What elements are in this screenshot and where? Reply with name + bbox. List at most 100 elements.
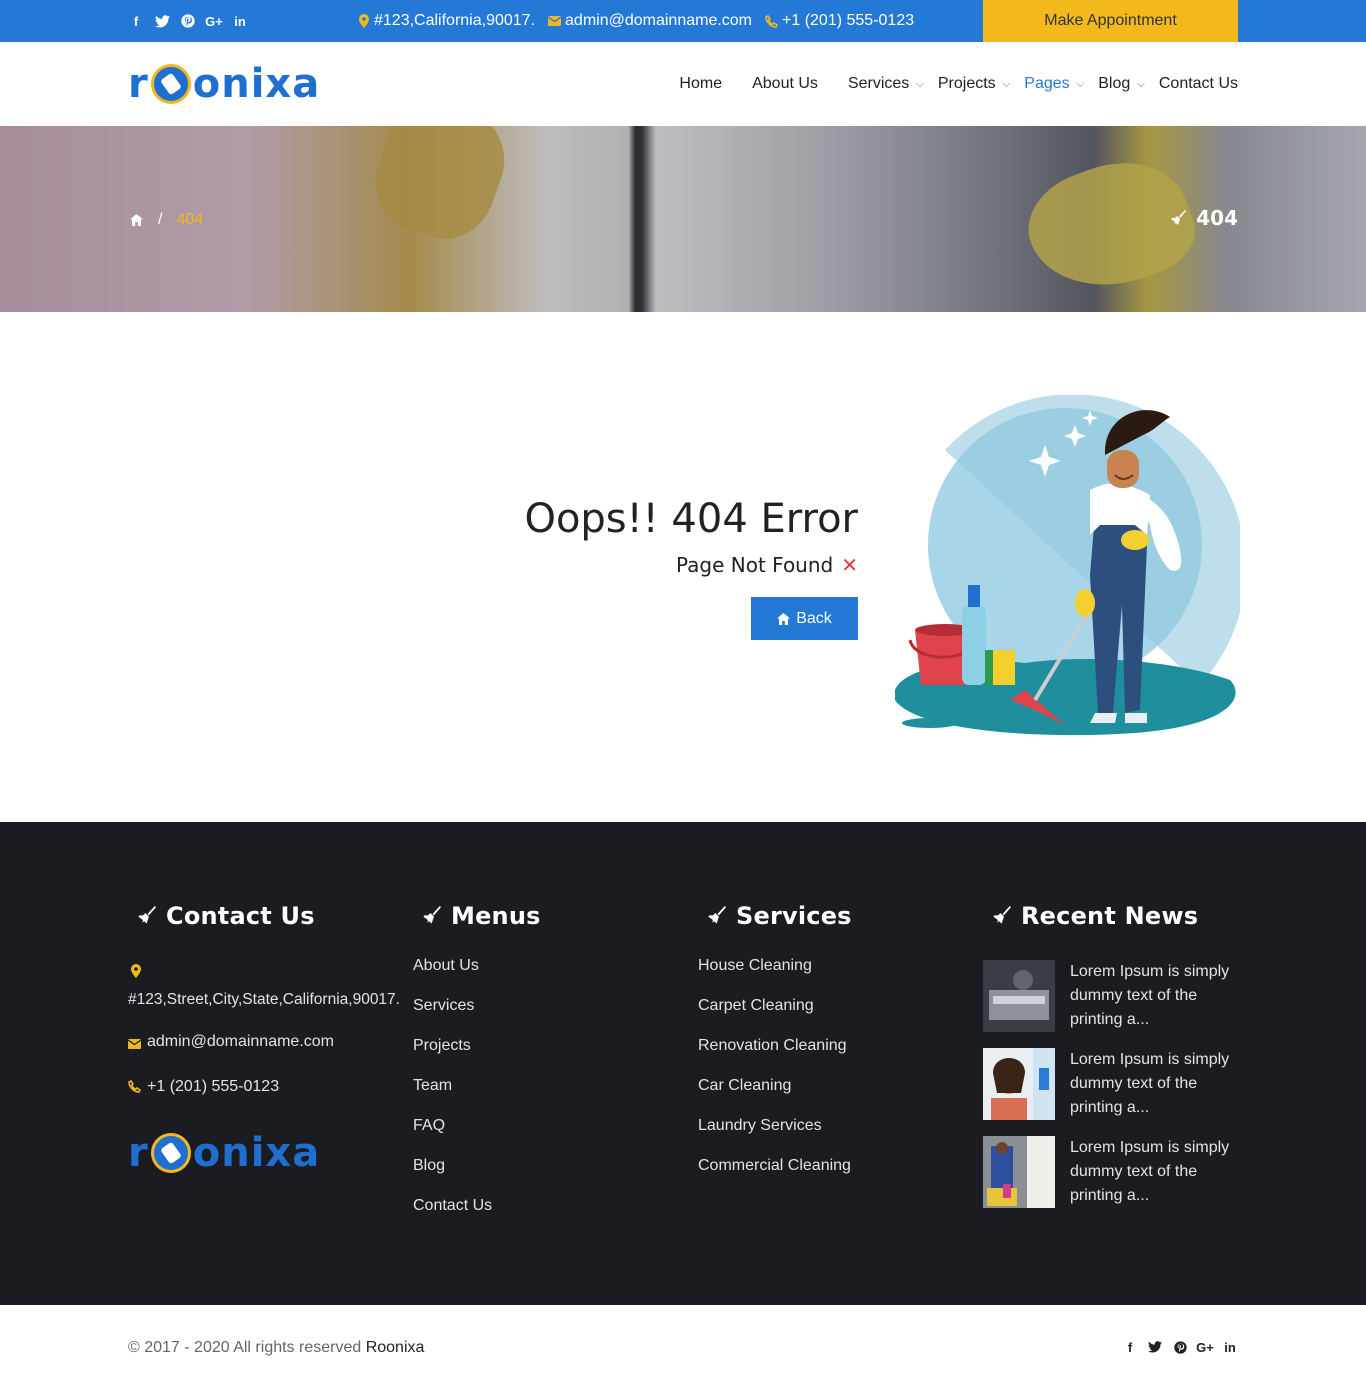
footer-menu-item[interactable]: Team: [413, 1076, 541, 1116]
logo-text: onixa: [192, 1130, 321, 1176]
footer-phone[interactable]: +1 (201) 555-0123: [128, 1078, 400, 1098]
news-title[interactable]: Lorem Ipsum is simply dummy text of the …: [1070, 960, 1240, 1032]
pinterest-icon[interactable]: [180, 13, 196, 29]
broom-icon: [1169, 209, 1187, 227]
footer-news-heading: Recent News: [983, 902, 1198, 930]
home-icon[interactable]: [128, 212, 144, 228]
footer-menu-item[interactable]: Projects: [413, 1036, 541, 1076]
nav-pages[interactable]: Pages ⌵: [1024, 75, 1084, 93]
footer-logo[interactable]: r onixa: [128, 1130, 320, 1176]
nav-services[interactable]: Services ⌵: [848, 75, 924, 93]
cleaner-illustration: [895, 395, 1240, 736]
footer: Contact Us #123,Street,City,State,Califo…: [0, 822, 1366, 1305]
footer-menu-item[interactable]: About Us: [413, 956, 541, 996]
news-thumbnail[interactable]: [983, 1048, 1055, 1120]
news-thumbnail[interactable]: [983, 960, 1055, 1032]
envelope-icon: [547, 14, 561, 28]
error-title: Oops!! 404 Error: [524, 496, 858, 542]
chevron-down-icon: ⌵: [1137, 78, 1145, 90]
footer-service-item[interactable]: Car Cleaning: [698, 1076, 852, 1116]
footer-service-item[interactable]: Laundry Services: [698, 1116, 852, 1156]
map-pin-icon: [128, 964, 400, 984]
top-contact-info: #123,California,90017. admin@domainname.…: [358, 0, 926, 42]
phone-icon: [764, 14, 778, 28]
chevron-down-icon: ⌵: [1002, 78, 1011, 90]
facebook-icon[interactable]: f: [1122, 1339, 1138, 1355]
footer-service-item[interactable]: Carpet Cleaning: [698, 996, 852, 1036]
banner-title: 404: [1169, 206, 1238, 230]
nav-services-label: Services: [847, 75, 910, 92]
footer-services-column: Services House Cleaning Carpet Cleaning …: [698, 902, 852, 1196]
news-item[interactable]: Lorem Ipsum is simply dummy text of the …: [983, 960, 1240, 1032]
google-plus-icon[interactable]: G+: [205, 13, 223, 29]
footer-service-item[interactable]: Commercial Cleaning: [698, 1156, 852, 1196]
phone-icon: [128, 1079, 142, 1098]
footer-services-heading-text: Services: [736, 902, 852, 930]
nav-contact[interactable]: Contact Us: [1159, 75, 1238, 93]
breadcrumb: / 404: [128, 211, 203, 229]
nav-projects[interactable]: Projects ⌵: [938, 75, 1010, 93]
home-icon: [777, 612, 791, 625]
pinterest-icon[interactable]: [1172, 1339, 1188, 1355]
footer-menu-item[interactable]: Contact Us: [413, 1196, 541, 1236]
footer-contact-heading: Contact Us: [128, 902, 315, 930]
top-address-text: #123,California,90017.: [374, 12, 536, 29]
error-message: Oops!! 404 Error Page Not Found ✕: [400, 495, 858, 577]
logo-broom-icon: [150, 1133, 191, 1173]
back-button-label: Back: [796, 609, 832, 627]
nav-blog[interactable]: Blog ⌵: [1098, 75, 1145, 93]
chevron-down-icon: ⌵: [1076, 78, 1085, 90]
footer-contact-info: #123,Street,City,State,California,90017.…: [127, 964, 400, 1098]
nav-projects-label: Projects: [937, 75, 996, 92]
nav-home[interactable]: Home: [679, 75, 722, 93]
site-logo[interactable]: r onixa: [128, 61, 320, 107]
footer-menu-list: About Us Services Projects Team FAQ Blog…: [413, 956, 541, 1236]
google-plus-icon[interactable]: G+: [1196, 1339, 1214, 1355]
logo-text: onixa: [192, 61, 321, 107]
copyright-brand[interactable]: Roonixa: [366, 1339, 425, 1356]
page-banner: / 404 404: [0, 126, 1366, 312]
news-thumbnail[interactable]: [983, 1136, 1055, 1208]
footer-email-text[interactable]: admin@domainname.com: [147, 1033, 334, 1051]
error-subtitle: Page Not Found ✕: [400, 553, 858, 577]
twitter-icon[interactable]: [154, 13, 170, 29]
footer-news-heading-text: Recent News: [1021, 902, 1199, 930]
breadcrumb-current: 404: [176, 211, 204, 228]
news-item[interactable]: Lorem Ipsum is simply dummy text of the …: [983, 1136, 1240, 1208]
linkedin-icon[interactable]: in: [1222, 1339, 1238, 1355]
page: f G+ in #123,California,90017. admin@dom…: [0, 0, 1366, 1391]
news-title[interactable]: Lorem Ipsum is simply dummy text of the …: [1070, 1136, 1240, 1208]
news-item[interactable]: Lorem Ipsum is simply dummy text of the …: [983, 1048, 1240, 1120]
banner-title-text: 404: [1196, 206, 1238, 230]
footer-service-item[interactable]: House Cleaning: [698, 956, 852, 996]
footer-address: #123,Street,City,State,California,90017.: [128, 991, 400, 1008]
make-appointment-button[interactable]: Make Appointment: [983, 0, 1238, 42]
footer-menu-item[interactable]: Blog: [413, 1156, 541, 1196]
top-phone[interactable]: +1 (201) 555-0123: [764, 12, 914, 30]
top-email[interactable]: admin@domainname.com: [547, 12, 752, 30]
error-subtitle-text: Page Not Found: [675, 553, 834, 577]
footer-services-list: House Cleaning Carpet Cleaning Renovatio…: [698, 956, 852, 1196]
close-icon: ✕: [841, 553, 858, 577]
facebook-icon[interactable]: f: [128, 13, 144, 29]
top-phone-text[interactable]: +1 (201) 555-0123: [782, 12, 914, 30]
main-nav: Home About Us Services ⌵ Projects ⌵ Pages ⌵…: [649, 42, 1238, 126]
footer-phone-text[interactable]: +1 (201) 555-0123: [147, 1078, 279, 1096]
footer-email[interactable]: admin@domainname.com: [127, 1033, 400, 1054]
footer-contact-column: Contact Us: [128, 902, 315, 930]
footer-menu-item[interactable]: Services: [413, 996, 541, 1036]
chevron-down-icon: ⌵: [916, 78, 924, 90]
nav-about[interactable]: About Us: [752, 75, 818, 93]
news-title[interactable]: Lorem Ipsum is simply dummy text of the …: [1070, 1048, 1240, 1120]
nav-pages-label: Pages: [1024, 75, 1070, 92]
back-button[interactable]: Back: [751, 597, 858, 640]
top-bar: f G+ in #123,California,90017. admin@dom…: [0, 0, 1366, 42]
twitter-icon[interactable]: [1147, 1339, 1163, 1355]
linkedin-icon[interactable]: in: [232, 13, 248, 29]
logo-letter: r: [128, 1130, 149, 1176]
footer-menu-item[interactable]: FAQ: [413, 1116, 541, 1156]
footer-service-item[interactable]: Renovation Cleaning: [698, 1036, 852, 1076]
broom-icon: [706, 906, 726, 926]
top-email-text[interactable]: admin@domainname.com: [565, 12, 752, 30]
copyright-text: © 2017 - 2020 All rights reserved Roonix…: [128, 1339, 424, 1357]
